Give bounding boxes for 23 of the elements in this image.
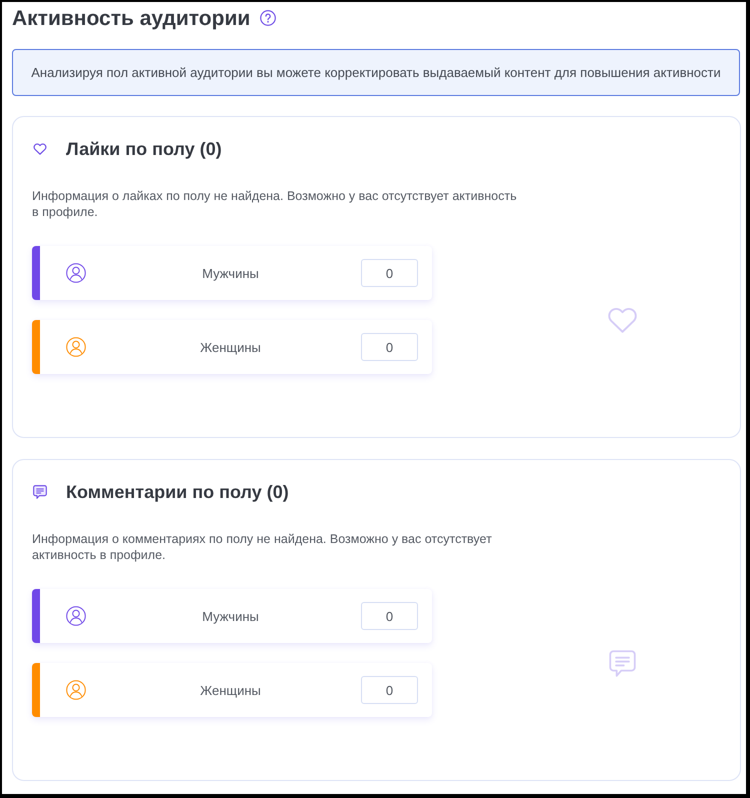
person-icon [66, 337, 86, 357]
gender-label: Женщины [200, 682, 261, 698]
count-value: 0 [361, 259, 418, 287]
page-title: Активность аудитории [12, 7, 250, 31]
count-value: 0 [361, 602, 418, 630]
heart-icon [607, 306, 638, 334]
info-banner: Анализируя пол активной аудитории вы можете корректировать выдаваемый контент для повышения активности [12, 49, 740, 96]
help-icon[interactable] [260, 10, 276, 26]
section-title: Комментарии по полу (0) [66, 482, 289, 502]
count-value: 0 [361, 333, 418, 361]
gender-label: Женщины [200, 340, 261, 354]
section-description: Информация о лайках по полу не найдена. Возможно у вас отсутствует активность в профиле. [32, 188, 518, 220]
section-description: Информация о комментариях по полу не найдена. Возможно у вас отсутствует активность в профиле. [32, 531, 493, 563]
section-title: Лайки по полу (0) [66, 138, 222, 160]
speech-bubble-icon [32, 484, 48, 500]
person-icon [66, 606, 86, 626]
person-icon [66, 680, 86, 700]
speech-bubble-icon [607, 648, 638, 678]
gender-label: Мужчины [202, 608, 259, 624]
heart-icon [33, 143, 47, 155]
gender-label: Мужчины [202, 266, 259, 280]
count-value: 0 [361, 676, 418, 704]
person-icon [66, 263, 86, 283]
